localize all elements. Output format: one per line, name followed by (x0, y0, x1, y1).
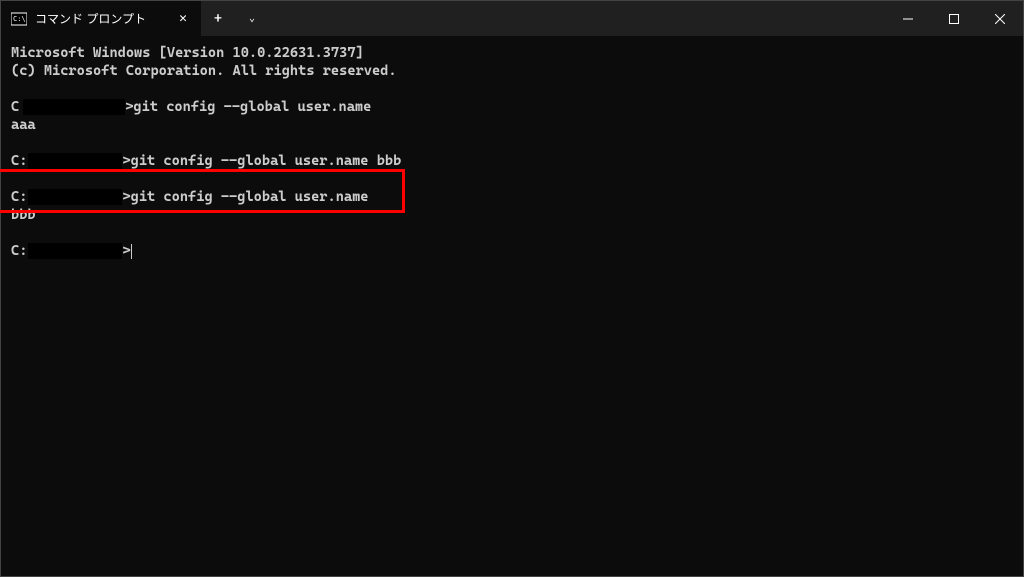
terminal-content[interactable]: Microsoft Windows [Version 10.0.22631.37… (1, 36, 1023, 268)
prompt-line: C >git config --global user.name (11, 98, 1013, 116)
minimize-button[interactable] (885, 1, 931, 36)
redacted-path (28, 189, 122, 205)
svg-text:C:\: C:\ (13, 15, 26, 23)
prompt-prefix: C: (11, 189, 27, 205)
prompt-prefix: C (11, 99, 19, 115)
cursor (131, 244, 132, 259)
prompt-line: C: >git config --global user.name bbb (11, 152, 1013, 170)
redacted-path (28, 153, 122, 169)
tab-dropdown-button[interactable]: ⌄ (235, 1, 269, 36)
close-button[interactable] (977, 1, 1023, 36)
output-line (11, 224, 1013, 242)
output-line: (c) Microsoft Corporation. All rights re… (11, 62, 1013, 80)
tab-close-button[interactable]: ✕ (175, 11, 191, 27)
output-line: aaa (11, 116, 1013, 134)
redacted-path (23, 99, 125, 115)
command-text: >git config --global user.name (122, 189, 368, 205)
output-line: Microsoft Windows [Version 10.0.22631.37… (11, 44, 1013, 62)
command-text: >git config --global user.name bbb (122, 153, 401, 169)
new-tab-button[interactable]: + (201, 1, 235, 36)
tab-title: コマンド プロンプト (35, 10, 167, 27)
output-line (11, 170, 1013, 188)
output-line (11, 134, 1013, 152)
prompt-line: C: >git config --global user.name (11, 188, 1013, 206)
maximize-button[interactable] (931, 1, 977, 36)
cmd-icon: C:\ (11, 11, 27, 27)
tab-controls: + ⌄ (201, 1, 269, 36)
prompt-prefix: C: (11, 153, 27, 169)
output-line: bbb (11, 206, 1013, 224)
output-line (11, 80, 1013, 98)
titlebar: C:\ コマンド プロンプト ✕ + ⌄ (1, 1, 1023, 36)
tab-command-prompt[interactable]: C:\ コマンド プロンプト ✕ (1, 1, 201, 36)
command-text: >git config --global user.name (125, 99, 371, 115)
command-text: > (122, 243, 130, 259)
redacted-path (28, 243, 122, 259)
titlebar-spacer (269, 1, 885, 36)
prompt-line: C: > (11, 242, 1013, 260)
window-controls (885, 1, 1023, 36)
prompt-prefix: C: (11, 243, 27, 259)
